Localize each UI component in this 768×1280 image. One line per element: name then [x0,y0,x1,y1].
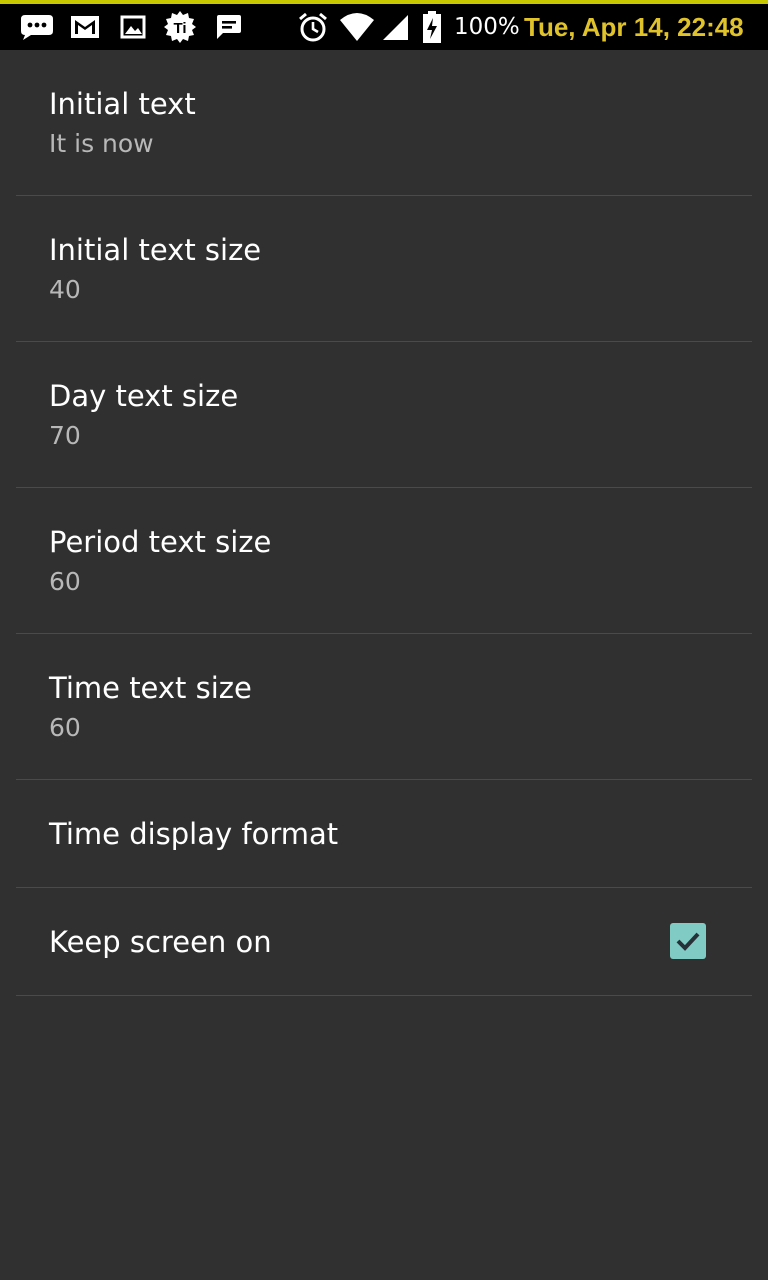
pref-title: Day text size [49,379,239,413]
battery-charging-icon [420,10,444,44]
status-datetime: Tue, Apr 14, 22:48 [524,12,744,42]
keep-screen-on-checkbox[interactable] [670,923,706,959]
wifi-icon [338,10,376,44]
pref-keep-screen-on[interactable]: Keep screen on [16,888,752,996]
image-icon [118,10,148,44]
pref-title: Period text size [49,525,272,559]
pref-initial-text-size[interactable]: Initial text size 40 [16,196,752,342]
pref-summary: 60 [49,713,81,742]
checkmark-icon [676,932,700,951]
pref-day-text-size[interactable]: Day text size 70 [16,342,752,488]
pref-initial-text[interactable]: Initial text It is now [16,50,752,196]
alarm-icon [296,10,330,44]
signal-icon [380,10,410,44]
pref-title: Time text size [49,671,252,705]
preferences-list: Initial text It is now Initial text size… [0,50,768,996]
pref-summary: It is now [49,129,154,158]
pref-title: Keep screen on [49,925,272,959]
pref-summary: 40 [49,275,81,304]
pref-title: Time display format [49,817,339,851]
pref-summary: 60 [49,567,81,596]
pref-time-display-format[interactable]: Time display format [16,780,752,888]
pref-time-text-size[interactable]: Time text size 60 [16,634,752,780]
message-icon [212,10,244,44]
battery-percentage: 100% [454,14,520,40]
status-bar: Ti 100% Tue, Apr 14, 22:48 [0,0,768,50]
gmail-icon [68,10,102,44]
titanium-icon: Ti [162,10,198,44]
pref-period-text-size[interactable]: Period text size 60 [16,488,752,634]
pref-title: Initial text size [49,233,262,267]
pref-title: Initial text [49,87,196,121]
svg-text:Ti: Ti [173,20,186,37]
chat-bubble-icon [18,10,56,44]
pref-summary: 70 [49,421,81,450]
